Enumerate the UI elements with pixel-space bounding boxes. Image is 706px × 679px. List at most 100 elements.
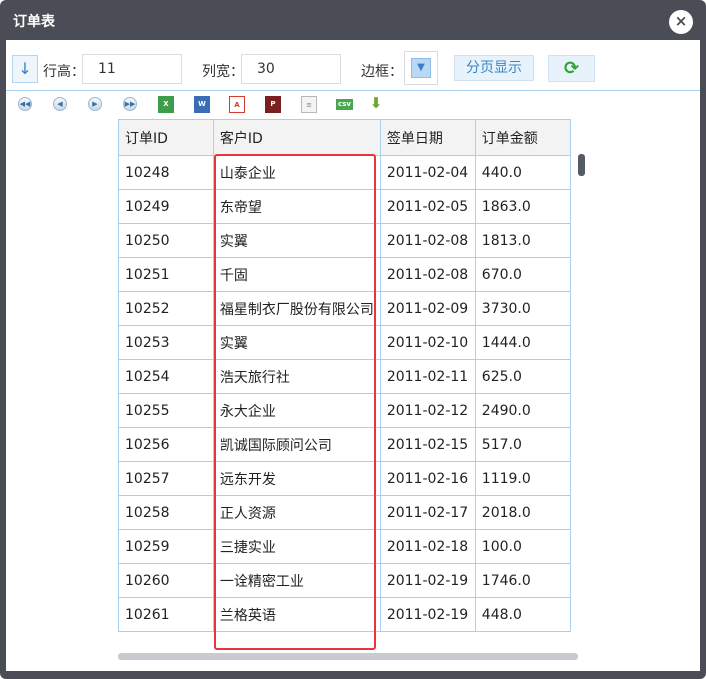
orders-table: 订单ID 客户ID 签单日期 订单金额 10248 山泰企业 2011-02-04 4… (118, 119, 571, 632)
table-cell[interactable]: 3730.0 (474, 291, 571, 326)
table-cell[interactable]: 2011-02-08 (379, 257, 476, 292)
table-cell[interactable]: 10254 (118, 359, 214, 394)
table-cell[interactable]: 10256 (118, 427, 214, 462)
table-cell[interactable]: 2011-02-19 (379, 563, 476, 598)
table-row[interactable]: 10252 福星制衣厂股份有限公司 2011-02-09 3730.0 (118, 291, 571, 326)
close-button[interactable]: × (669, 10, 693, 34)
csv-icon[interactable]: csv (336, 99, 353, 110)
table-cell[interactable]: 实翼 (212, 223, 381, 258)
table-cell[interactable]: 2011-02-15 (379, 427, 476, 462)
table-cell[interactable]: 10260 (118, 563, 214, 598)
prev-page-icon[interactable]: ◀ (53, 97, 67, 111)
column-header[interactable]: 客户ID (212, 119, 381, 156)
table-cell[interactable]: 远东开发 (212, 461, 381, 496)
table-cell[interactable]: 山泰企业 (212, 155, 381, 190)
table-cell[interactable]: 浩天旅行社 (212, 359, 381, 394)
table-cell[interactable]: 2011-02-05 (379, 189, 476, 224)
table-cell[interactable]: 517.0 (474, 427, 571, 462)
table-cell[interactable]: 10255 (118, 393, 214, 428)
table-cell[interactable]: 2490.0 (474, 393, 571, 428)
table-cell[interactable]: 2011-02-04 (379, 155, 476, 190)
table-cell[interactable]: 10252 (118, 291, 214, 326)
table-row[interactable]: 10250 实翼 2011-02-08 1813.0 (118, 223, 571, 258)
table-row[interactable]: 10258 正人资源 2011-02-17 2018.0 (118, 495, 571, 530)
table-cell[interactable]: 10249 (118, 189, 214, 224)
table-cell[interactable]: 10253 (118, 325, 214, 360)
table-cell[interactable]: 448.0 (474, 597, 571, 632)
table-cell[interactable]: 2011-02-19 (379, 597, 476, 632)
data-grid: 订单ID 客户ID 签单日期 订单金额 10248 山泰企业 2011-02-04 4… (118, 119, 571, 649)
table-cell[interactable]: 2011-02-10 (379, 325, 476, 360)
table-cell[interactable]: 10257 (118, 461, 214, 496)
title-bar[interactable]: 订单表 × (0, 0, 706, 40)
table-row[interactable]: 10253 实翼 2011-02-10 1444.0 (118, 325, 571, 360)
row-height-input[interactable]: 11 (82, 54, 182, 84)
table-cell[interactable]: 2011-02-11 (379, 359, 476, 394)
pdf-icon[interactable]: A (229, 96, 245, 113)
table-cell[interactable]: 2011-02-08 (379, 223, 476, 258)
table-cell[interactable]: 100.0 (474, 529, 571, 564)
table-cell[interactable]: 10251 (118, 257, 214, 292)
table-row[interactable]: 10254 浩天旅行社 2011-02-11 625.0 (118, 359, 571, 394)
table-cell[interactable]: 实翼 (212, 325, 381, 360)
refresh-button[interactable]: ⟳ (548, 55, 595, 82)
table-row[interactable]: 10257 远东开发 2011-02-16 1119.0 (118, 461, 571, 496)
download-icon[interactable]: ⬇ (368, 96, 384, 113)
table-cell[interactable]: 福星制衣厂股份有限公司 (212, 291, 381, 326)
column-header[interactable]: 订单ID (118, 119, 214, 156)
horizontal-scrollbar[interactable] (118, 653, 578, 660)
table-cell[interactable]: 2011-02-16 (379, 461, 476, 496)
table-cell[interactable]: 10258 (118, 495, 214, 530)
last-page-icon[interactable]: ▶▶ (123, 97, 137, 111)
sort-down-button[interactable]: ↓ (12, 55, 38, 83)
table-row[interactable]: 10251 千固 2011-02-08 670.0 (118, 257, 571, 292)
table-cell[interactable]: 1813.0 (474, 223, 571, 258)
table-cell[interactable]: 625.0 (474, 359, 571, 394)
table-cell[interactable]: 440.0 (474, 155, 571, 190)
print-icon[interactable]: P (265, 96, 281, 113)
excel-icon[interactable]: X (158, 96, 174, 113)
table-cell[interactable]: 兰格英语 (212, 597, 381, 632)
table-row[interactable]: 10255 永大企业 2011-02-12 2490.0 (118, 393, 571, 428)
column-header[interactable]: 签单日期 (379, 119, 476, 156)
table-row[interactable]: 10261 兰格英语 2011-02-19 448.0 (118, 597, 571, 632)
table-row[interactable]: 10256 凯诚国际顾问公司 2011-02-15 517.0 (118, 427, 571, 462)
vertical-scrollbar[interactable] (578, 154, 585, 176)
table-cell[interactable]: 凯诚国际顾问公司 (212, 427, 381, 462)
content-area: ↓ 行高： 11 列宽： 30 边框： ▼ 分页显示 ⟳ ◀◀ ◀ ▶ ▶▶ X… (6, 40, 700, 671)
col-width-input[interactable]: 30 (241, 54, 341, 84)
table-cell[interactable]: 1863.0 (474, 189, 571, 224)
table-cell[interactable]: 2011-02-17 (379, 495, 476, 530)
table-cell[interactable]: 一诠精密工业 (212, 563, 381, 598)
table-cell[interactable]: 10259 (118, 529, 214, 564)
text-file-icon[interactable]: ≡ (301, 96, 317, 113)
table-row[interactable]: 10259 三捷实业 2011-02-18 100.0 (118, 529, 571, 564)
table-cell[interactable]: 2011-02-12 (379, 393, 476, 428)
table-row[interactable]: 10260 一诠精密工业 2011-02-19 1746.0 (118, 563, 571, 598)
table-row[interactable]: 10248 山泰企业 2011-02-04 440.0 (118, 155, 571, 190)
table-cell[interactable]: 1119.0 (474, 461, 571, 496)
table-cell[interactable]: 10261 (118, 597, 214, 632)
header-row: 订单ID 客户ID 签单日期 订单金额 (118, 119, 571, 156)
table-cell[interactable]: 10250 (118, 223, 214, 258)
table-cell[interactable]: 2018.0 (474, 495, 571, 530)
table-cell[interactable]: 1444.0 (474, 325, 571, 360)
table-cell[interactable]: 10248 (118, 155, 214, 190)
table-row[interactable]: 10249 东帝望 2011-02-05 1863.0 (118, 189, 571, 224)
table-cell[interactable]: 2011-02-18 (379, 529, 476, 564)
word-icon[interactable]: W (194, 96, 210, 113)
column-header[interactable]: 订单金额 (474, 119, 571, 156)
table-cell[interactable]: 670.0 (474, 257, 571, 292)
table-cell[interactable]: 千固 (212, 257, 381, 292)
table-cell[interactable]: 1746.0 (474, 563, 571, 598)
next-page-icon[interactable]: ▶ (88, 97, 102, 111)
table-cell[interactable]: 正人资源 (212, 495, 381, 530)
border-label: 边框： (361, 64, 403, 80)
border-select[interactable]: ▼ (404, 51, 438, 85)
table-cell[interactable]: 永大企业 (212, 393, 381, 428)
first-page-icon[interactable]: ◀◀ (18, 97, 32, 111)
table-cell[interactable]: 三捷实业 (212, 529, 381, 564)
table-cell[interactable]: 2011-02-09 (379, 291, 476, 326)
paging-button[interactable]: 分页显示 (454, 55, 534, 81)
table-cell[interactable]: 东帝望 (212, 189, 381, 224)
